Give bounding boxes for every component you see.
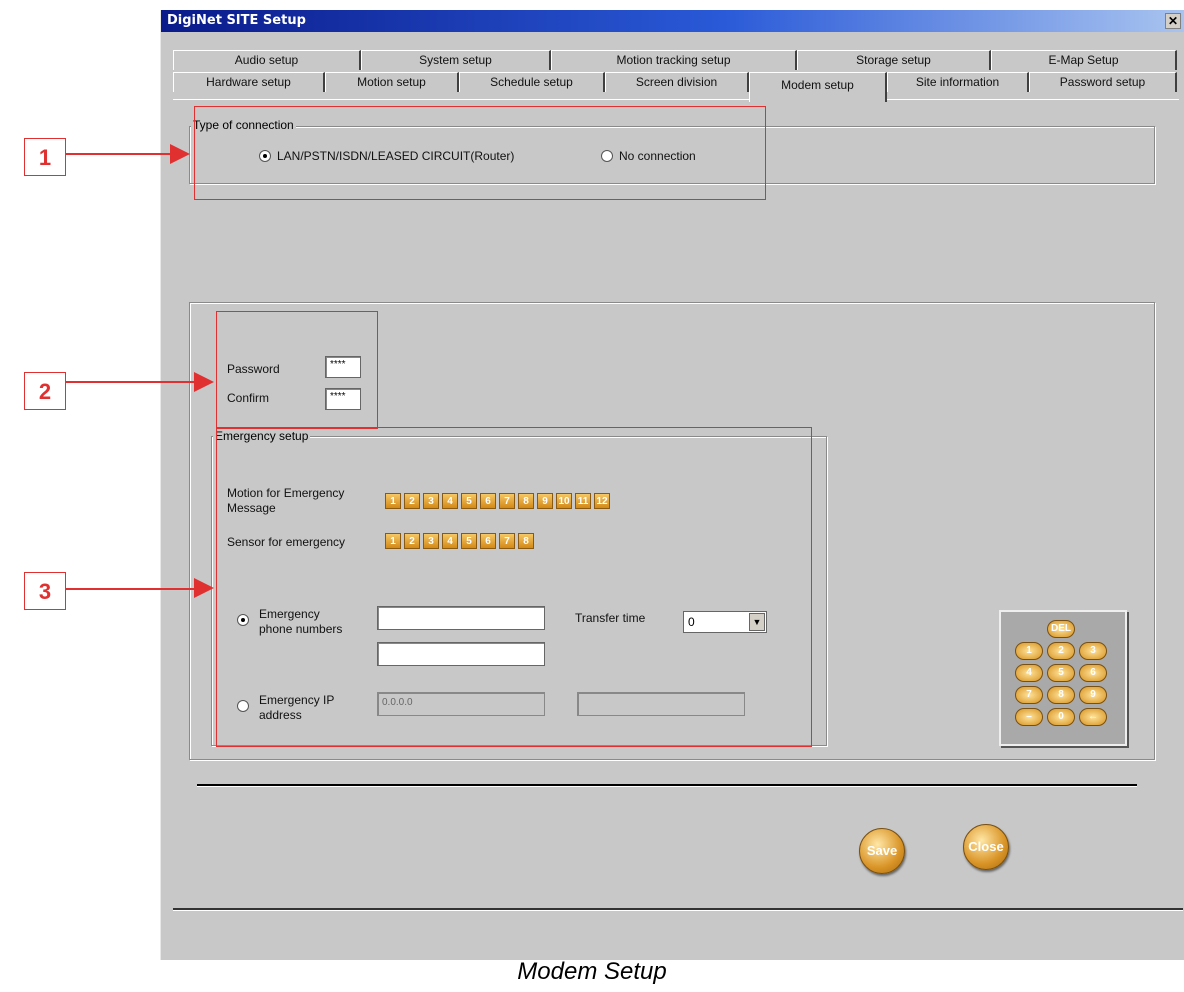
tab-schedule-setup[interactable]: Schedule setup xyxy=(459,72,605,92)
keypad-key-9[interactable]: – xyxy=(1015,708,1043,726)
keypad-key-0[interactable]: 1 xyxy=(1015,642,1043,660)
close-button[interactable]: Close xyxy=(963,824,1009,870)
callout-2-arrow-icon xyxy=(194,372,214,392)
tab-modem-setup[interactable]: Modem setup xyxy=(749,72,887,102)
title-bar[interactable]: DigiNet SITE Setup ✕ xyxy=(161,10,1184,32)
separator-line xyxy=(197,784,1137,787)
keypad-key-4[interactable]: 5 xyxy=(1047,664,1075,682)
keypad-key-3[interactable]: 4 xyxy=(1015,664,1043,682)
tab-screen-division[interactable]: Screen division xyxy=(605,72,749,92)
close-window-icon[interactable]: ✕ xyxy=(1165,13,1181,29)
keypad-key-6[interactable]: 7 xyxy=(1015,686,1043,704)
tab-motion-setup[interactable]: Motion setup xyxy=(325,72,459,92)
tab-site-information[interactable]: Site information xyxy=(887,72,1029,92)
figure-caption: Modem Setup xyxy=(517,958,667,985)
callout-1: 1 xyxy=(24,138,66,176)
highlight-box-3 xyxy=(216,427,812,747)
tab-password-setup[interactable]: Password setup xyxy=(1029,72,1177,92)
callout-3-line xyxy=(66,588,196,590)
bottom-separator xyxy=(173,908,1183,911)
callout-2-line xyxy=(66,381,196,383)
tab-storage-setup[interactable]: Storage setup xyxy=(797,50,991,70)
highlight-box-2 xyxy=(216,311,378,429)
callout-3: 3 xyxy=(24,572,66,610)
keypad-del-button[interactable]: DEL xyxy=(1047,620,1075,638)
callout-1-arrow-icon xyxy=(170,144,190,164)
callout-3-arrow-icon xyxy=(194,578,214,598)
keypad-key-5[interactable]: 6 xyxy=(1079,664,1107,682)
tab-motion-tracking-setup[interactable]: Motion tracking setup xyxy=(551,50,797,70)
keypad-key-7[interactable]: 8 xyxy=(1047,686,1075,704)
keypad-key-8[interactable]: 9 xyxy=(1079,686,1107,704)
highlight-box-1 xyxy=(194,106,766,200)
keypad-key-10[interactable]: 0 xyxy=(1047,708,1075,726)
window-title: DigiNet SITE Setup xyxy=(167,13,306,28)
tab-system-setup[interactable]: System setup xyxy=(361,50,551,70)
callout-1-line xyxy=(66,153,172,155)
tab-baseline xyxy=(173,99,1179,100)
save-button[interactable]: Save xyxy=(859,828,905,874)
tab-emap-setup[interactable]: E-Map Setup xyxy=(991,50,1177,70)
keypad-key-2[interactable]: 3 xyxy=(1079,642,1107,660)
keypad-key-11[interactable]: ← xyxy=(1079,708,1107,726)
callout-2: 2 xyxy=(24,372,66,410)
numeric-keypad: DEL 1 2 3 4 5 6 7 8 9 –0 ← xyxy=(999,610,1127,746)
keypad-key-1[interactable]: 2 xyxy=(1047,642,1075,660)
tab-hardware-setup[interactable]: Hardware setup xyxy=(173,72,325,92)
tab-audio-setup[interactable]: Audio setup xyxy=(173,50,361,70)
